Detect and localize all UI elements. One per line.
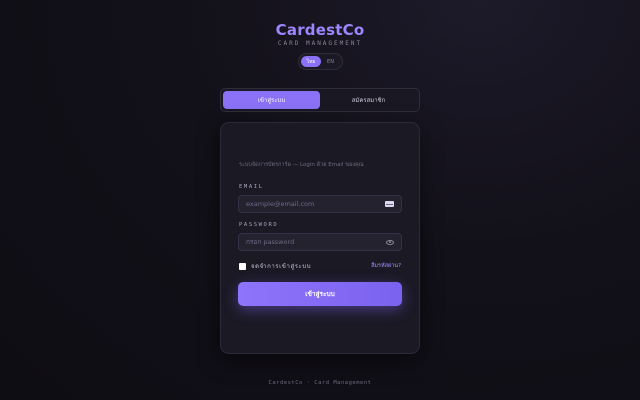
remember-label: จดจำการเข้าสู่ระบบ: [251, 263, 312, 270]
language-switch: ไทย EN: [298, 53, 343, 70]
tab-register[interactable]: สมัครสมาชิก: [320, 91, 417, 109]
remember-me: จดจำการเข้าสู่ระบบ: [239, 261, 311, 271]
login-intro-text: ระบบจัดการบัตรการ์ด — Login ด้วย Email ข…: [239, 162, 364, 168]
login-button[interactable]: เข้าสู่ระบบ: [238, 282, 402, 306]
password-label: PASSWORD: [239, 222, 279, 228]
login-card: ระบบจัดการบัตรการ์ด — Login ด้วย Email ข…: [220, 122, 420, 354]
password-field-wrapper: [238, 233, 402, 251]
language-option-en[interactable]: EN: [321, 56, 340, 67]
eye-icon[interactable]: [386, 239, 394, 245]
tab-login[interactable]: เข้าสู่ระบบ: [223, 91, 320, 109]
remember-checkbox[interactable]: [239, 262, 246, 270]
forgot-password-link[interactable]: ลืมรหัสผ่าน?: [371, 262, 401, 270]
brand-subtitle: CARD MANAGEMENT: [277, 40, 363, 47]
email-field-wrapper: [238, 195, 402, 213]
language-option-th[interactable]: ไทย: [301, 56, 321, 67]
auth-tabs: เข้าสู่ระบบ สมัครสมาชิก: [220, 88, 420, 112]
footer-text: CardestCo · Card Management: [268, 380, 372, 386]
brand-title: CardestCo: [275, 21, 365, 39]
password-field[interactable]: [246, 238, 386, 246]
mail-icon: [385, 201, 394, 207]
email-field[interactable]: [246, 200, 385, 208]
email-label: EMAIL: [239, 184, 264, 190]
